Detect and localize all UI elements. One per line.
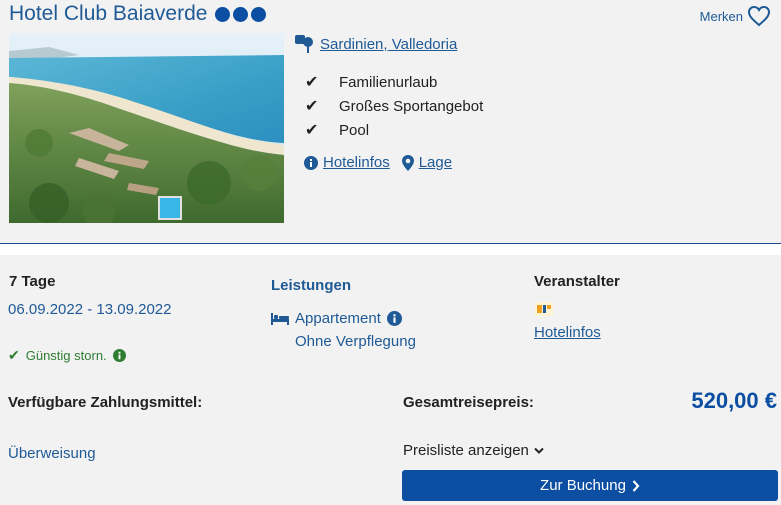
payment-method: Überweisung — [8, 445, 96, 462]
hotel-name[interactable]: Hotel Club Baiaverde — [9, 2, 207, 26]
map-pin-icon — [295, 35, 313, 53]
trip-dates: 06.09.2022 - 13.09.2022 — [8, 301, 172, 318]
info-icon[interactable] — [386, 311, 402, 326]
booking-button[interactable]: Zur Buchung — [402, 470, 778, 501]
check-icon: ✔ — [305, 98, 319, 115]
check-icon: ✔ — [305, 74, 319, 91]
save-button[interactable]: Merken — [700, 5, 771, 27]
lage-link[interactable]: Lage — [401, 154, 453, 171]
hotelinfo-label: Hotelinfos — [323, 154, 390, 171]
cancellation-label: Günstig storn. — [25, 348, 107, 363]
rating-dot-icon — [251, 6, 267, 22]
trip-duration: 7 Tage — [9, 273, 56, 290]
lage-label: Lage — [418, 154, 453, 171]
bed-icon — [271, 312, 289, 325]
offer-card: Hotel Club Baiaverde Merken Sardinien, V… — [0, 0, 781, 505]
chevron-down-icon — [534, 447, 544, 454]
location-link[interactable]: Sardinien, Valledoria — [320, 36, 457, 53]
hotel-links: Hotelinfos Lage — [304, 154, 452, 171]
list-item: ✔ Pool — [305, 118, 483, 142]
chevron-right-icon — [632, 479, 640, 492]
check-icon: ✔ — [8, 347, 20, 363]
title-row: Hotel Club Baiaverde — [9, 2, 267, 26]
operator-logo-icon — [535, 302, 553, 316]
location-pin-icon — [401, 154, 414, 171]
price-list-toggle[interactable]: Preisliste anzeigen — [403, 442, 544, 459]
booking-label: Zur Buchung — [540, 477, 626, 494]
total-price: 520,00 € — [691, 388, 777, 413]
aerial-beach-photo-icon — [9, 33, 284, 223]
list-item: ✔ Großes Sportangebot — [305, 94, 483, 118]
operator-title: Veranstalter — [534, 273, 620, 290]
meal-plan: Ohne Verpflegung — [295, 333, 416, 350]
total-price-label: Gesamtreisepreis: — [403, 394, 534, 411]
hotelinfo-link[interactable]: Hotelinfos — [304, 154, 390, 171]
location[interactable]: Sardinien, Valledoria — [295, 34, 457, 54]
save-label: Merken — [699, 8, 743, 24]
heart-icon — [747, 5, 771, 27]
room-type: Appartement — [271, 310, 402, 327]
rating-dot-icon — [233, 6, 249, 22]
feature-label: Großes Sportangebot — [339, 97, 484, 115]
cancellation-status: ✔ Günstig storn. — [8, 347, 126, 364]
price-list-label: Preisliste anzeigen — [403, 442, 529, 459]
section-gap — [0, 244, 781, 255]
feature-label: Familienurlaub — [339, 73, 438, 91]
info-icon — [304, 155, 318, 170]
payment-title: Verfügbare Zahlungsmittel: — [8, 394, 203, 411]
list-item: ✔ Familienurlaub — [305, 70, 483, 94]
rating-dots — [215, 6, 267, 22]
room-label: Appartement — [295, 310, 381, 327]
offer-details: 7 Tage 06.09.2022 - 13.09.2022 ✔ Günstig… — [0, 255, 781, 505]
rating-dot-icon — [215, 6, 231, 22]
check-icon: ✔ — [305, 122, 319, 139]
hotel-photo[interactable] — [9, 33, 284, 223]
info-icon[interactable] — [112, 349, 126, 362]
services-title: Leistungen — [271, 277, 352, 294]
hotel-section: Hotel Club Baiaverde Merken Sardinien, V… — [0, 0, 781, 244]
feature-label: Pool — [339, 121, 370, 139]
feature-list: ✔ Familienurlaub ✔ Großes Sportangebot ✔… — [305, 70, 483, 142]
operator-hotelinfo-link[interactable]: Hotelinfos — [534, 324, 601, 341]
